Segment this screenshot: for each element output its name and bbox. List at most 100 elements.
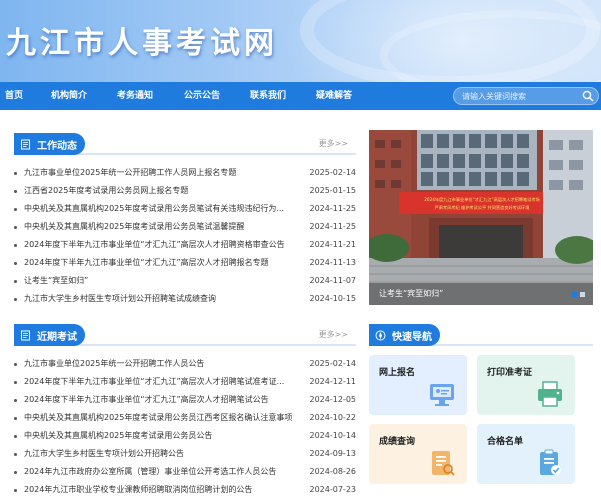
exam-date: 2024-08-26: [309, 467, 357, 476]
list-item[interactable]: 2024年度下半年九江市事业单位“才汇九江”高层次人才招聘资格审查公告 2024-…: [14, 236, 356, 254]
nav-item-announcements[interactable]: 公示公告: [184, 82, 220, 110]
bullet-icon: [14, 435, 17, 438]
news-date: 2024-11-07: [309, 276, 357, 285]
bullet-icon: [14, 226, 17, 229]
slider-dot[interactable]: [580, 292, 585, 297]
nav-item-contact[interactable]: 联系我们: [250, 82, 286, 110]
bullet-icon: [14, 244, 17, 247]
work-panel-title-chip: 工作动态: [14, 133, 85, 155]
search-input[interactable]: [462, 88, 580, 104]
checklist-icon: [540, 449, 561, 475]
news-photo-slider[interactable]: 2024年度九江市事业单位“才汇九江”高层次人才招聘笔试考场 严肃考风考纪 维护…: [369, 130, 593, 305]
list-item[interactable]: 九江市大学生乡村医生专项计划公开招聘笔试成绩查询 2024-10-15: [14, 290, 356, 308]
news-date: 2025-02-14: [309, 168, 357, 177]
work-more-link[interactable]: 更多>>: [319, 138, 348, 149]
bullet-icon: [14, 280, 17, 283]
bullet-icon: [14, 381, 17, 384]
quick-card-label: 合格名单: [487, 437, 524, 447]
quick-card-label: 网上报名: [379, 368, 416, 378]
exam-title[interactable]: 2024年度下半年九江市事业单位“才汇九江”高层次人才招聘笔试公告: [24, 391, 304, 409]
list-item[interactable]: 九江市事业单位2025年统一公开招聘工作人员公告 2025-02-14: [14, 355, 356, 373]
bullet-icon: [14, 417, 17, 420]
exam-date: 2024-12-05: [309, 395, 357, 404]
news-title[interactable]: 中央机关及其直属机构2025年度考试录用公务员笔试温馨提醒: [24, 218, 304, 236]
quick-card-qualified-list[interactable]: 合格名单: [477, 424, 575, 484]
slider-dot[interactable]: [572, 292, 577, 297]
quick-nav-title-chip: 快速导航: [369, 324, 440, 346]
list-item[interactable]: 九江市事业单位2025年统一公开招聘工作人员网上报名专题 2025-02-14: [14, 164, 356, 182]
exam-title[interactable]: 九江市事业单位2025年统一公开招聘工作人员公告: [24, 355, 304, 373]
list-item[interactable]: 2024年度下半年九江市事业单位“才汇九江”高层次人才招聘报名专题 2024-11…: [14, 254, 356, 272]
news-title[interactable]: 让考生“宾至如归”: [24, 272, 304, 290]
recent-panel-title: 近期考试: [37, 331, 77, 343]
news-title[interactable]: 2024年度下半年九江市事业单位“才汇九江”高层次人才招聘报名专题: [24, 254, 304, 272]
slider-dots: [572, 292, 585, 297]
exam-title[interactable]: 中央机关及其直属机构2025年度考试录用公务员江西考区报名确认注意事项: [24, 409, 304, 427]
bullet-icon: [14, 172, 17, 175]
nav-item-faq[interactable]: 疑难解答: [316, 82, 352, 110]
news-date: 2024-10-15: [309, 294, 357, 303]
bullet-icon: [14, 262, 17, 265]
list-item[interactable]: 2024年九江市政府办公室所属（管理）事业单位公开考选工作人员公告 2024-08…: [14, 463, 356, 481]
news-title[interactable]: 中央机关及其直属机构2025年度考试录用公务员笔试有关违规违纪行为...: [24, 200, 304, 218]
recent-more-link[interactable]: 更多>>: [319, 329, 348, 340]
bullet-icon: [14, 471, 17, 474]
bullet-icon: [14, 363, 17, 366]
bullet-icon: [14, 453, 17, 456]
printer-icon: [538, 381, 562, 407]
list-item[interactable]: 九江市大学生乡村医生专项计划公开招聘公告 2024-09-13: [14, 445, 356, 463]
exam-date: 2024-09-13: [309, 449, 357, 458]
exam-title[interactable]: 中央机关及其直属机构2025年度考试录用公务员公告: [24, 427, 304, 445]
list-item[interactable]: 让考生“宾至如归” 2024-11-07: [14, 272, 356, 290]
list-item[interactable]: 中央机关及其直属机构2025年度考试录用公务员公告 2024-10-14: [14, 427, 356, 445]
nav-item-home[interactable]: 首页: [5, 82, 23, 110]
news-date: 2024-11-25: [309, 204, 357, 213]
work-news-list: 九江市事业单位2025年统一公开招聘工作人员网上报名专题 2025-02-14 江…: [14, 164, 356, 310]
bullet-icon: [14, 399, 17, 402]
list-item[interactable]: 2024年九江市职业学校专业课教师招聘取消岗位招聘计划的公告 2024-07-23: [14, 481, 356, 499]
search-box: [453, 87, 599, 105]
list-item[interactable]: 中央机关及其直属机构2025年度考试录用公务员笔试温馨提醒 2024-11-25: [14, 218, 356, 236]
search-icon[interactable]: [582, 90, 594, 102]
list-item[interactable]: 江西省2025年度考试录用公务员网上报名专题 2025-01-15: [14, 182, 356, 200]
recent-panel-header: 近期考试 更多>>: [14, 324, 356, 346]
building-photo: 2024年度九江市事业单位“才汇九江”高层次人才招聘笔试考场 严肃考风考纪 维护…: [369, 130, 593, 305]
work-panel-header: 工作动态 更多>>: [14, 133, 356, 155]
news-date: 2024-11-21: [309, 240, 357, 249]
list-item[interactable]: 中央机关及其直属机构2025年度考试录用公务员笔试有关违规违纪行为... 2024…: [14, 200, 356, 218]
exam-title[interactable]: 九江市大学生乡村医生专项计划公开招聘公告: [24, 445, 304, 463]
slider-caption[interactable]: 让考生“宾至如归”: [369, 283, 593, 305]
exam-title[interactable]: 2024年度下半年九江市事业单位“才汇九江”高层次人才招聘笔试准考证...: [24, 373, 304, 391]
news-title[interactable]: 九江市大学生乡村医生专项计划公开招聘笔试成绩查询: [24, 290, 304, 308]
quick-nav-title: 快速导航: [392, 331, 432, 343]
quick-card-online-registration[interactable]: 网上报名: [369, 355, 467, 415]
quick-card-print-admission[interactable]: 打印准考证: [477, 355, 575, 415]
quick-nav-header: 快速导航: [369, 324, 593, 346]
quick-card-label: 打印准考证: [487, 368, 533, 378]
exam-date: 2024-10-22: [309, 413, 357, 422]
news-title[interactable]: 江西省2025年度考试录用公务员网上报名专题: [24, 182, 304, 200]
list-item[interactable]: 中央机关及其直属机构2025年度考试录用公务员江西考区报名确认注意事项 2024-…: [14, 409, 356, 427]
exam-title[interactable]: 2024年九江市政府办公室所属（管理）事业单位公开考选工作人员公告: [24, 463, 304, 481]
bullet-icon: [14, 489, 17, 492]
bullet-icon: [14, 208, 17, 211]
news-title[interactable]: 2024年度下半年九江市事业单位“才汇九江”高层次人才招聘资格审查公告: [24, 236, 304, 254]
quick-card-label: 成绩查询: [379, 437, 416, 447]
exam-title[interactable]: 2024年九江市职业学校专业课教师招聘取消岗位招聘计划的公告: [24, 481, 304, 499]
monitor-icon: [430, 384, 454, 406]
site-logo-title[interactable]: 九江市人事考试网: [6, 18, 278, 62]
exam-date: 2025-02-14: [309, 359, 357, 368]
quick-card-score-query[interactable]: 成绩查询: [369, 424, 467, 484]
list-item[interactable]: 2024年度下半年九江市事业单位“才汇九江”高层次人才招聘笔试准考证... 202…: [14, 373, 356, 391]
exam-date: 2024-12-11: [309, 377, 357, 386]
photo-banner-text-line1: 2024年度九江市事业单位“才汇九江”高层次人才招聘笔试考场: [424, 196, 540, 203]
news-date: 2025-01-15: [309, 186, 357, 195]
document-search-icon: [432, 451, 455, 476]
nav-item-about[interactable]: 机构简介: [51, 82, 87, 110]
exam-date: 2024-10-14: [309, 431, 357, 440]
list-item[interactable]: 2024年度下半年九江市事业单位“才汇九江”高层次人才招聘笔试公告 2024-12…: [14, 391, 356, 409]
news-title[interactable]: 九江市事业单位2025年统一公开招聘工作人员网上报名专题: [24, 164, 304, 182]
recent-exam-list: 九江市事业单位2025年统一公开招聘工作人员公告 2025-02-14 2024年…: [14, 355, 356, 501]
compass-icon: [375, 330, 386, 340]
nav-item-exam-notices[interactable]: 考务通知: [117, 82, 153, 110]
